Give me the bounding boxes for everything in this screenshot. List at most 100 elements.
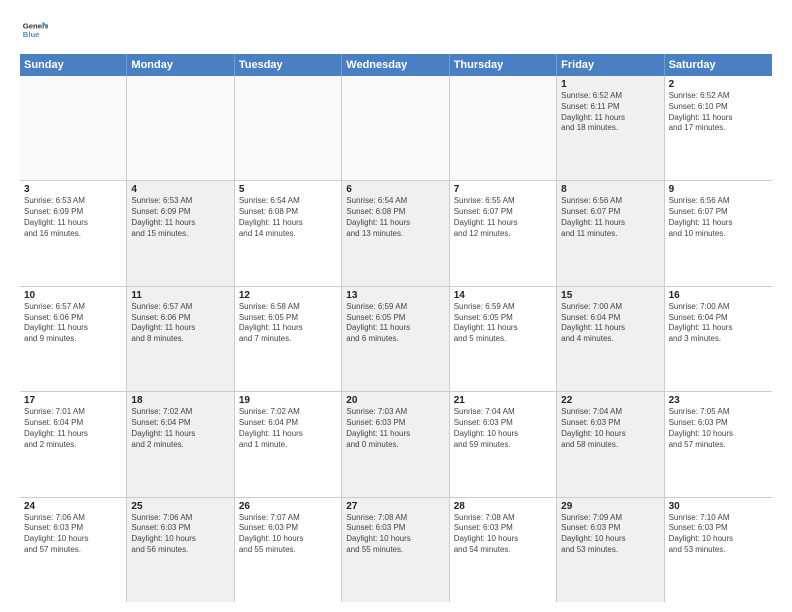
day-info: Sunrise: 7:00 AM Sunset: 6:04 PM Dayligh… [669,302,768,345]
day-info: Sunrise: 7:06 AM Sunset: 6:03 PM Dayligh… [24,513,122,556]
day-number: 23 [669,395,768,406]
day-info: Sunrise: 7:02 AM Sunset: 6:04 PM Dayligh… [131,407,229,450]
day-info: Sunrise: 6:52 AM Sunset: 6:11 PM Dayligh… [561,91,659,134]
day-info: Sunrise: 7:03 AM Sunset: 6:03 PM Dayligh… [346,407,444,450]
svg-text:General: General [23,22,48,31]
day-number: 9 [669,184,768,195]
day-number: 20 [346,395,444,406]
day-info: Sunrise: 7:07 AM Sunset: 6:03 PM Dayligh… [239,513,337,556]
day-cell-15: 15Sunrise: 7:00 AM Sunset: 6:04 PM Dayli… [557,287,664,391]
day-cell-13: 13Sunrise: 6:59 AM Sunset: 6:05 PM Dayli… [342,287,449,391]
day-info: Sunrise: 7:10 AM Sunset: 6:03 PM Dayligh… [669,513,768,556]
day-info: Sunrise: 7:08 AM Sunset: 6:03 PM Dayligh… [454,513,552,556]
day-info: Sunrise: 6:52 AM Sunset: 6:10 PM Dayligh… [669,91,768,134]
day-info: Sunrise: 7:01 AM Sunset: 6:04 PM Dayligh… [24,407,122,450]
day-cell-28: 28Sunrise: 7:08 AM Sunset: 6:03 PM Dayli… [450,498,557,602]
day-info: Sunrise: 7:06 AM Sunset: 6:03 PM Dayligh… [131,513,229,556]
week-row-5: 24Sunrise: 7:06 AM Sunset: 6:03 PM Dayli… [20,498,772,602]
page: General Blue SundayMondayTuesdayWednesda… [0,0,792,612]
day-info: Sunrise: 6:56 AM Sunset: 6:07 PM Dayligh… [561,196,659,239]
day-number: 8 [561,184,659,195]
day-cell-26: 26Sunrise: 7:07 AM Sunset: 6:03 PM Dayli… [235,498,342,602]
day-cell-25: 25Sunrise: 7:06 AM Sunset: 6:03 PM Dayli… [127,498,234,602]
day-number: 11 [131,290,229,301]
week-row-2: 3Sunrise: 6:53 AM Sunset: 6:09 PM Daylig… [20,181,772,286]
day-info: Sunrise: 7:04 AM Sunset: 6:03 PM Dayligh… [454,407,552,450]
day-number: 24 [24,501,122,512]
day-number: 1 [561,79,659,90]
day-number: 16 [669,290,768,301]
day-number: 2 [669,79,768,90]
day-cell-2: 2Sunrise: 6:52 AM Sunset: 6:10 PM Daylig… [665,76,772,180]
day-cell-17: 17Sunrise: 7:01 AM Sunset: 6:04 PM Dayli… [20,392,127,496]
header-day-sunday: Sunday [20,54,127,76]
day-cell-8: 8Sunrise: 6:56 AM Sunset: 6:07 PM Daylig… [557,181,664,285]
day-info: Sunrise: 7:05 AM Sunset: 6:03 PM Dayligh… [669,407,768,450]
day-info: Sunrise: 6:54 AM Sunset: 6:08 PM Dayligh… [239,196,337,239]
empty-cell [127,76,234,180]
day-cell-11: 11Sunrise: 6:57 AM Sunset: 6:06 PM Dayli… [127,287,234,391]
day-cell-23: 23Sunrise: 7:05 AM Sunset: 6:03 PM Dayli… [665,392,772,496]
day-cell-3: 3Sunrise: 6:53 AM Sunset: 6:09 PM Daylig… [20,181,127,285]
day-number: 27 [346,501,444,512]
calendar: SundayMondayTuesdayWednesdayThursdayFrid… [20,54,772,602]
day-info: Sunrise: 6:58 AM Sunset: 6:05 PM Dayligh… [239,302,337,345]
day-number: 28 [454,501,552,512]
day-cell-29: 29Sunrise: 7:09 AM Sunset: 6:03 PM Dayli… [557,498,664,602]
day-number: 21 [454,395,552,406]
calendar-header: SundayMondayTuesdayWednesdayThursdayFrid… [20,54,772,76]
day-number: 12 [239,290,337,301]
header: General Blue [20,16,772,44]
day-cell-14: 14Sunrise: 6:59 AM Sunset: 6:05 PM Dayli… [450,287,557,391]
day-number: 6 [346,184,444,195]
day-cell-9: 9Sunrise: 6:56 AM Sunset: 6:07 PM Daylig… [665,181,772,285]
day-info: Sunrise: 6:59 AM Sunset: 6:05 PM Dayligh… [346,302,444,345]
day-number: 26 [239,501,337,512]
day-number: 18 [131,395,229,406]
day-cell-19: 19Sunrise: 7:02 AM Sunset: 6:04 PM Dayli… [235,392,342,496]
day-cell-4: 4Sunrise: 6:53 AM Sunset: 6:09 PM Daylig… [127,181,234,285]
day-info: Sunrise: 7:09 AM Sunset: 6:03 PM Dayligh… [561,513,659,556]
day-number: 4 [131,184,229,195]
week-row-4: 17Sunrise: 7:01 AM Sunset: 6:04 PM Dayli… [20,392,772,497]
week-row-1: 1Sunrise: 6:52 AM Sunset: 6:11 PM Daylig… [20,76,772,181]
logo-icon: General Blue [20,16,48,44]
day-cell-10: 10Sunrise: 6:57 AM Sunset: 6:06 PM Dayli… [20,287,127,391]
empty-cell [235,76,342,180]
week-row-3: 10Sunrise: 6:57 AM Sunset: 6:06 PM Dayli… [20,287,772,392]
header-day-saturday: Saturday [665,54,772,76]
day-cell-16: 16Sunrise: 7:00 AM Sunset: 6:04 PM Dayli… [665,287,772,391]
day-number: 13 [346,290,444,301]
day-number: 3 [24,184,122,195]
empty-cell [342,76,449,180]
day-cell-27: 27Sunrise: 7:08 AM Sunset: 6:03 PM Dayli… [342,498,449,602]
day-number: 25 [131,501,229,512]
day-number: 17 [24,395,122,406]
day-number: 15 [561,290,659,301]
day-info: Sunrise: 7:00 AM Sunset: 6:04 PM Dayligh… [561,302,659,345]
logo: General Blue [20,16,48,44]
day-cell-7: 7Sunrise: 6:55 AM Sunset: 6:07 PM Daylig… [450,181,557,285]
day-info: Sunrise: 6:54 AM Sunset: 6:08 PM Dayligh… [346,196,444,239]
svg-text:Blue: Blue [23,30,40,39]
day-cell-6: 6Sunrise: 6:54 AM Sunset: 6:08 PM Daylig… [342,181,449,285]
day-cell-12: 12Sunrise: 6:58 AM Sunset: 6:05 PM Dayli… [235,287,342,391]
day-cell-22: 22Sunrise: 7:04 AM Sunset: 6:03 PM Dayli… [557,392,664,496]
day-number: 22 [561,395,659,406]
day-number: 29 [561,501,659,512]
header-day-thursday: Thursday [450,54,557,76]
day-info: Sunrise: 6:55 AM Sunset: 6:07 PM Dayligh… [454,196,552,239]
day-info: Sunrise: 6:59 AM Sunset: 6:05 PM Dayligh… [454,302,552,345]
day-cell-24: 24Sunrise: 7:06 AM Sunset: 6:03 PM Dayli… [20,498,127,602]
day-number: 10 [24,290,122,301]
day-number: 5 [239,184,337,195]
header-day-tuesday: Tuesday [235,54,342,76]
day-number: 19 [239,395,337,406]
day-cell-1: 1Sunrise: 6:52 AM Sunset: 6:11 PM Daylig… [557,76,664,180]
day-info: Sunrise: 6:56 AM Sunset: 6:07 PM Dayligh… [669,196,768,239]
calendar-body: 1Sunrise: 6:52 AM Sunset: 6:11 PM Daylig… [20,76,772,602]
day-info: Sunrise: 7:08 AM Sunset: 6:03 PM Dayligh… [346,513,444,556]
day-info: Sunrise: 6:57 AM Sunset: 6:06 PM Dayligh… [24,302,122,345]
day-cell-21: 21Sunrise: 7:04 AM Sunset: 6:03 PM Dayli… [450,392,557,496]
empty-cell [450,76,557,180]
